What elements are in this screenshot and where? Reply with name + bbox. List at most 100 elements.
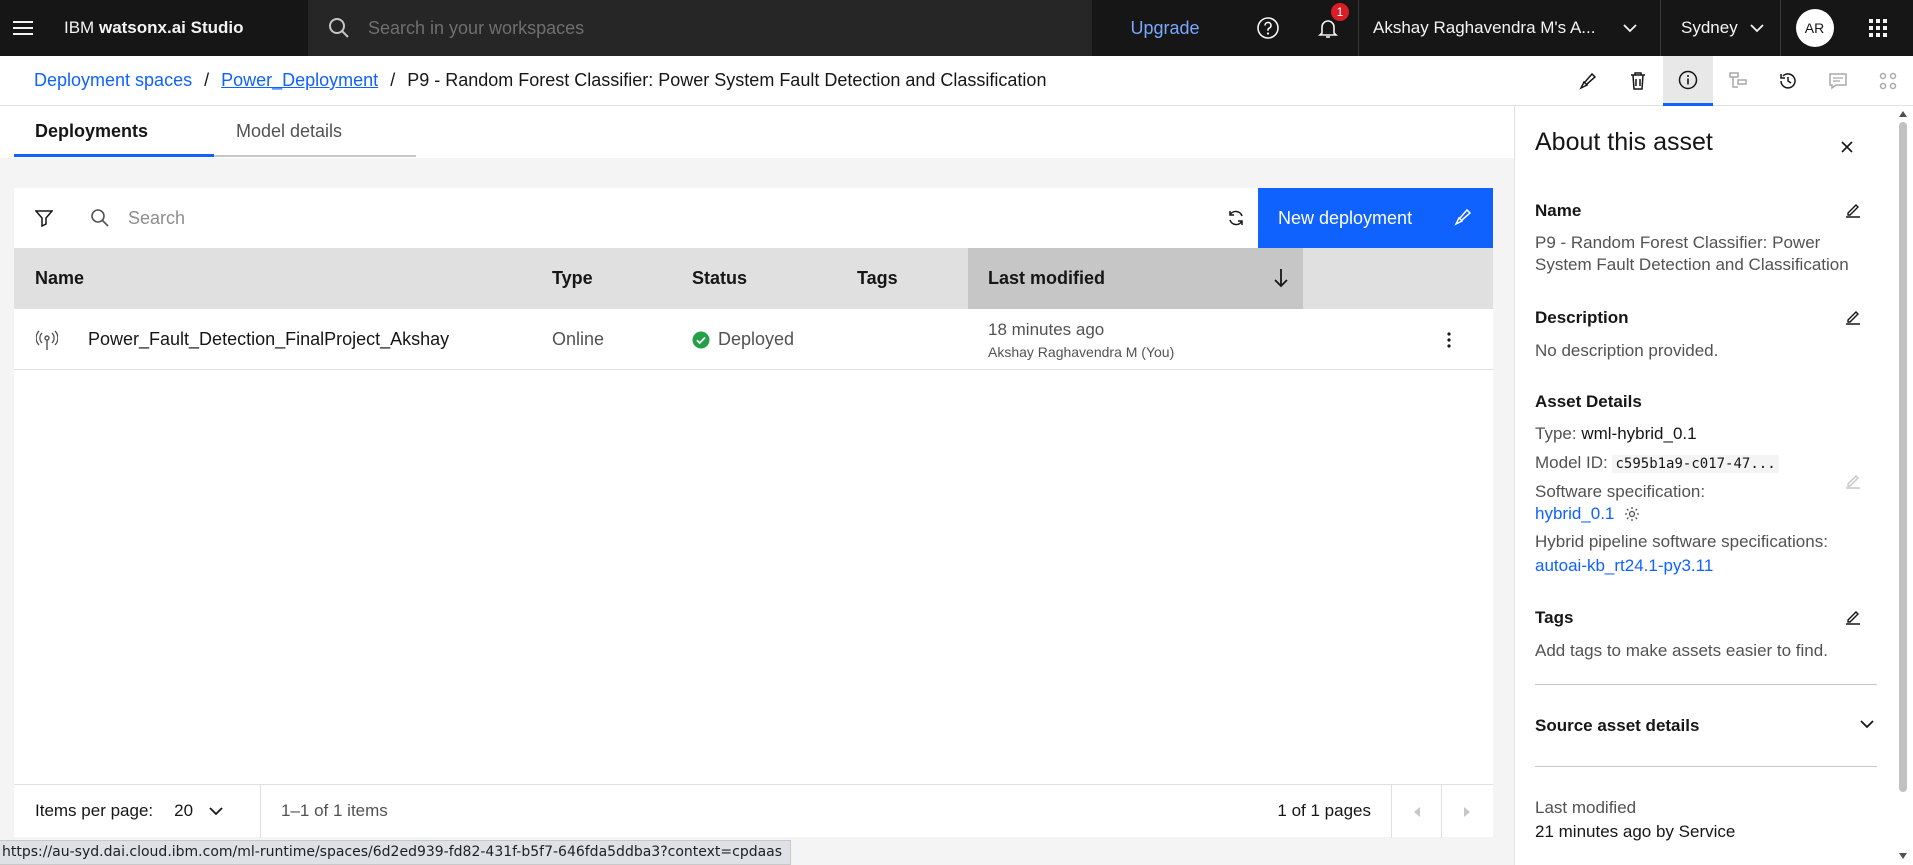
software-spec-label: Software specification: <box>1535 482 1706 501</box>
asset-type-label: Type: <box>1535 424 1577 443</box>
scroll-up-icon[interactable] <box>1898 110 1908 118</box>
help-icon[interactable] <box>1238 0 1298 56</box>
overflow-menu-icon[interactable] <box>1434 309 1464 370</box>
column-header-last-modified[interactable]: Last modified <box>968 248 1303 309</box>
account-name: Akshay Raghavendra M's A... <box>1373 18 1596 37</box>
pagination-range: 1–1 of 1 items <box>281 801 388 820</box>
asset-details-title: Asset Details <box>1535 392 1642 411</box>
comment-icon[interactable] <box>1813 56 1863 106</box>
panel-scrollbar[interactable] <box>1899 122 1907 792</box>
tags-section-title: Tags <box>1535 608 1574 627</box>
product-brand[interactable]: IBM watsonx.ai Studio <box>46 18 308 38</box>
chevron-down-icon <box>193 806 223 816</box>
sort-descending-icon <box>1273 268 1289 288</box>
divider <box>1535 684 1877 685</box>
software-spec-row: hybrid_0.1 <box>1535 504 1640 524</box>
table-row[interactable]: Power_Fault_Detection_FinalProject_Aksha… <box>14 309 1493 370</box>
deploy-icon[interactable] <box>1563 56 1613 106</box>
edit-description-icon[interactable] <box>1842 306 1864 328</box>
brand-prefix: IBM <box>64 18 95 37</box>
content-tabs: Deployments Model details <box>14 108 416 157</box>
breadcrumb: Deployment spaces / Power_Deployment / P… <box>0 56 1913 106</box>
status-badge: Deployed <box>692 309 794 370</box>
app-switcher-icon[interactable] <box>1848 0 1908 56</box>
notification-badge: 1 <box>1331 3 1349 21</box>
region-selector[interactable]: Sydney <box>1660 0 1780 56</box>
items-per-page-select[interactable]: Items per page: 20 <box>14 784 261 838</box>
user-menu[interactable]: AR <box>1780 0 1848 56</box>
info-icon[interactable] <box>1663 56 1713 106</box>
avatar: AR <box>1795 9 1834 47</box>
table-toolbar: Search New deployment <box>14 188 1493 248</box>
column-header-type[interactable]: Type <box>552 248 593 309</box>
scroll-down-icon[interactable] <box>1898 852 1908 860</box>
filter-icon[interactable] <box>14 188 74 248</box>
refresh-icon[interactable] <box>1210 188 1262 248</box>
history-icon[interactable] <box>1763 56 1813 106</box>
table-header: Name Type Status Tags Last modified <box>14 248 1493 309</box>
tab-model-details[interactable]: Model details <box>214 108 416 157</box>
close-icon[interactable] <box>1832 132 1862 162</box>
edit-details-icon[interactable] <box>1842 470 1864 492</box>
last-modified-cell: 18 minutes ago Akshay Raghavendra M (You… <box>988 309 1174 370</box>
table-search-input[interactable]: Search <box>90 208 185 229</box>
asset-name: P9 - Random Forest Classifier: Power Sys… <box>1535 233 1849 274</box>
notification-icon[interactable]: 1 <box>1298 0 1358 56</box>
relationships-icon[interactable] <box>1863 56 1913 106</box>
items-per-page-value: 20 <box>174 801 194 820</box>
chevron-down-icon[interactable] <box>1860 720 1874 729</box>
chevron-down-icon <box>1750 23 1764 33</box>
new-deployment-button[interactable]: New deployment <box>1258 188 1493 248</box>
pagination: Items per page: 20 1–1 of 1 items 1 of 1… <box>14 784 1493 838</box>
modified-by: Akshay Raghavendra M (You) <box>988 343 1175 360</box>
column-header-name[interactable]: Name <box>35 248 84 309</box>
status-url: https://au-syd.dai.cloud.ibm.com/ml-runt… <box>0 840 792 865</box>
model-id-row: Model ID: c595b1a9-c017-47... <box>1535 453 1779 473</box>
search-icon <box>328 17 350 39</box>
column-header-tags[interactable]: Tags <box>857 248 898 309</box>
previous-page-button[interactable] <box>1392 785 1442 838</box>
account-switcher[interactable]: Akshay Raghavendra M's A... <box>1358 0 1660 56</box>
items-per-page-label: Items per page: <box>35 801 154 820</box>
global-search-input[interactable]: Search in your workspaces <box>308 0 1092 56</box>
caret-right-icon <box>1463 806 1471 817</box>
column-header-status[interactable]: Status <box>692 248 747 309</box>
settings-icon[interactable] <box>1624 506 1640 522</box>
next-page-button[interactable] <box>1442 785 1492 838</box>
edit-tags-icon[interactable] <box>1842 606 1864 628</box>
column-header-last-modified-label: Last modified <box>988 268 1106 288</box>
new-deployment-label: New deployment <box>1278 207 1413 228</box>
status-label: Deployed <box>718 329 795 349</box>
table-search-placeholder: Search <box>128 207 186 228</box>
search-icon <box>90 208 110 228</box>
last-modified-label: Last modified <box>1535 798 1637 817</box>
region-name: Sydney <box>1681 18 1738 37</box>
deployment-name-link[interactable]: Power_Fault_Detection_FinalProject_Aksha… <box>88 309 449 370</box>
breadcrumb-separator: / <box>390 70 396 90</box>
breadcrumb-space[interactable]: Power_Deployment <box>221 70 378 91</box>
global-search-placeholder: Search in your workspaces <box>368 17 585 38</box>
asset-description: No description provided. <box>1535 341 1719 360</box>
hybrid-spec-link[interactable]: autoai-kb_rt24.1-py3.11 <box>1535 556 1713 576</box>
upgrade-link[interactable]: Upgrade <box>1092 18 1238 39</box>
top-header: IBM watsonx.ai Studio Search in your wor… <box>0 0 1913 56</box>
menu-icon[interactable] <box>0 0 46 56</box>
hybrid-spec-label: Hybrid pipeline software specifications: <box>1535 532 1828 551</box>
checkmark-filled-icon <box>692 331 710 349</box>
breadcrumb-deployment-spaces[interactable]: Deployment spaces <box>34 70 192 91</box>
software-spec-link[interactable]: hybrid_0.1 <box>1535 504 1614 524</box>
last-modified-time: 18 minutes ago <box>988 319 1105 339</box>
panel-title: About this asset <box>1535 128 1713 156</box>
model-id-value[interactable]: c595b1a9-c017-47... <box>1612 455 1779 473</box>
name-section-title: Name <box>1535 201 1582 220</box>
source-asset-details-toggle[interactable]: Source asset details <box>1535 716 1699 736</box>
about-asset-panel: About this asset Name P9 - Random Forest… <box>1514 106 1913 865</box>
edit-name-icon[interactable] <box>1842 199 1864 221</box>
deployment-type: Online <box>552 329 605 349</box>
model-id-label: Model ID: <box>1535 453 1608 472</box>
lineage-icon[interactable] <box>1713 56 1763 106</box>
trash-icon[interactable] <box>1613 56 1663 106</box>
tab-deployments[interactable]: Deployments <box>14 108 214 157</box>
description-section-title: Description <box>1535 308 1629 327</box>
divider <box>1535 766 1877 767</box>
